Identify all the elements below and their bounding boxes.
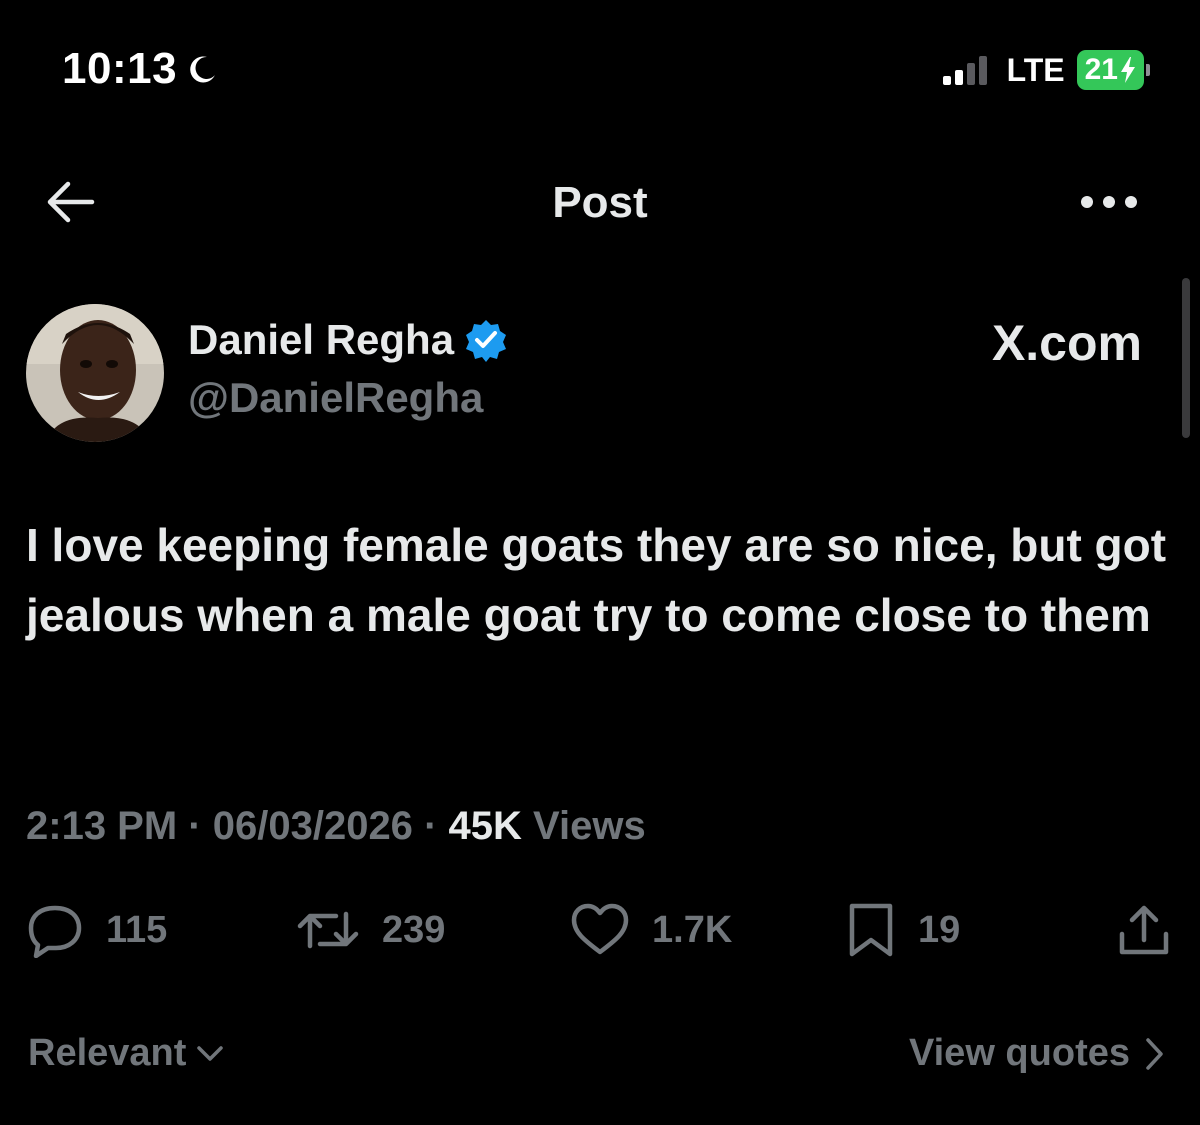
reply-icon [28,905,82,958]
view-quotes-link[interactable]: View quotes [909,1032,1164,1075]
share-icon [1119,905,1169,955]
tweet-time: 2:13 PM [26,804,178,848]
tweet-meta: 2:13 PM · 06/03/2026 · 45K Views [26,804,646,849]
tweet-date: 06/03/2026 [212,804,413,848]
retweet-count: 239 [382,908,446,951]
tweet-text: I love keeping female goats they are so … [26,519,1167,641]
page-title: Post [552,178,648,227]
author-name[interactable]: Daniel Regha [188,316,508,364]
bookmark-icon [849,903,893,957]
watermark: X.com [991,315,1142,371]
ellipsis-icon [1081,196,1137,208]
retweet-button[interactable]: 239 [296,902,445,958]
view-quotes-label: View quotes [908,1032,1130,1074]
share-button[interactable] [1116,902,1172,958]
sort-label: Relevant [28,1032,187,1074]
author-handle[interactable]: @DanielRegha [188,374,483,422]
avatar[interactable] [26,304,164,442]
more-options-button[interactable] [1078,190,1140,214]
battery-indicator: 21 [1076,50,1150,90]
battery-level: 21 [1084,53,1118,86]
like-button[interactable]: 1.7K [570,902,732,958]
like-count: 1.7K [652,908,733,951]
scrollbar[interactable] [1182,278,1190,438]
retweet-icon [297,911,359,949]
meta-separator: · [188,804,213,848]
views-count: 45K [448,804,522,848]
meta-separator: · [424,804,449,848]
moon-icon [190,56,216,83]
bookmark-count: 19 [918,908,961,951]
profile-photo-icon [26,304,164,442]
status-bar-indicators: LTE 21 [941,50,1150,90]
chevron-right-icon [1146,1037,1163,1070]
verified-badge-icon [466,320,507,362]
heart-icon [571,903,629,955]
sort-replies-button[interactable]: Relevant [28,1032,224,1075]
reply-count: 115 [106,908,168,951]
views-label: Views [533,804,646,848]
reply-button[interactable]: 115 [26,902,167,958]
signal-icon [942,56,987,85]
charging-bolt-icon [1121,57,1135,83]
status-bar-time: 10:13 [62,44,219,94]
bookmark-button[interactable]: 19 [846,902,960,958]
author-name-text: Daniel Regha [188,316,455,363]
clock-text: 10:13 [62,44,178,93]
chevron-down-icon [197,1045,224,1061]
network-type: LTE [1006,51,1065,88]
